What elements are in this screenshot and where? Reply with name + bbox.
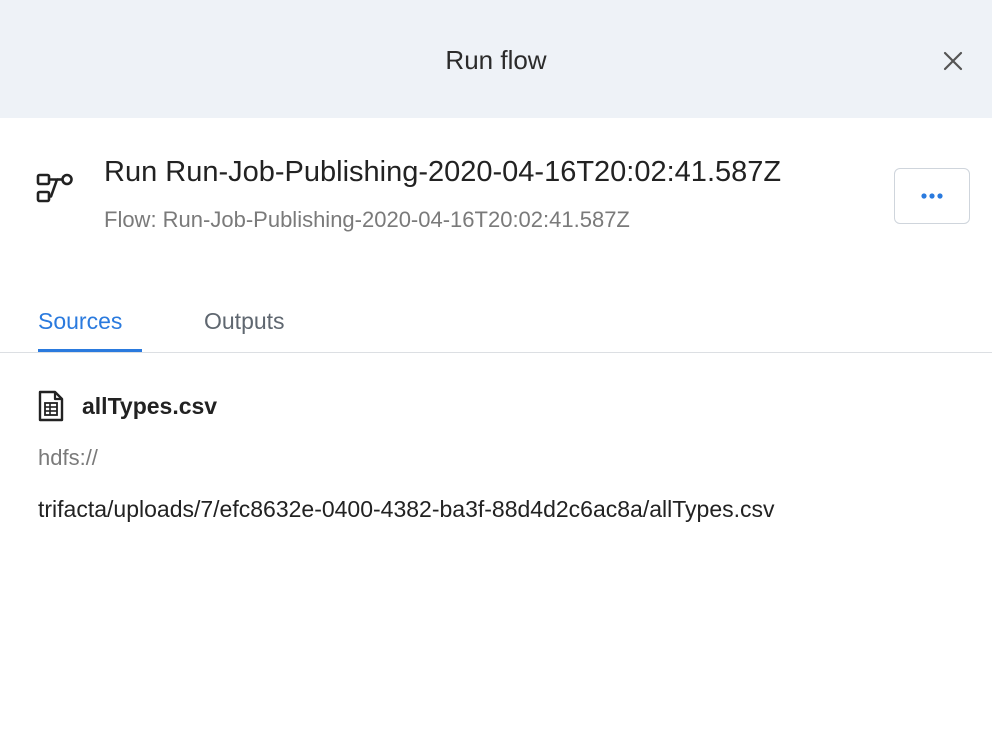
flow-summary: Run Run-Job-Publishing-2020-04-16T20:02:… bbox=[36, 150, 976, 245]
tab-sources[interactable]: Sources bbox=[38, 304, 122, 338]
dialog-title: Run flow bbox=[445, 45, 547, 75]
active-tab-indicator bbox=[38, 349, 142, 352]
source-path: trifacta/uploads/7/efc8632e-0400-4382-ba… bbox=[38, 496, 775, 522]
source-file-name: allTypes.csv bbox=[82, 393, 218, 419]
source-protocol: hdfs:// bbox=[38, 445, 98, 470]
close-button[interactable] bbox=[936, 44, 970, 78]
flow-title: Run Run-Job-Publishing-2020-04-16T20:02:… bbox=[104, 156, 782, 188]
more-options-button[interactable] bbox=[894, 168, 970, 224]
flow-subtitle: Flow: Run-Job-Publishing-2020-04-16T20:0… bbox=[104, 207, 630, 232]
close-icon bbox=[943, 51, 963, 71]
flow-icon bbox=[36, 173, 73, 203]
tab-bar: Sources Outputs bbox=[0, 296, 992, 353]
file-icon bbox=[38, 390, 64, 422]
dialog-header: Run flow bbox=[0, 0, 992, 118]
more-options-icon bbox=[921, 193, 943, 199]
tab-outputs[interactable]: Outputs bbox=[204, 304, 285, 338]
